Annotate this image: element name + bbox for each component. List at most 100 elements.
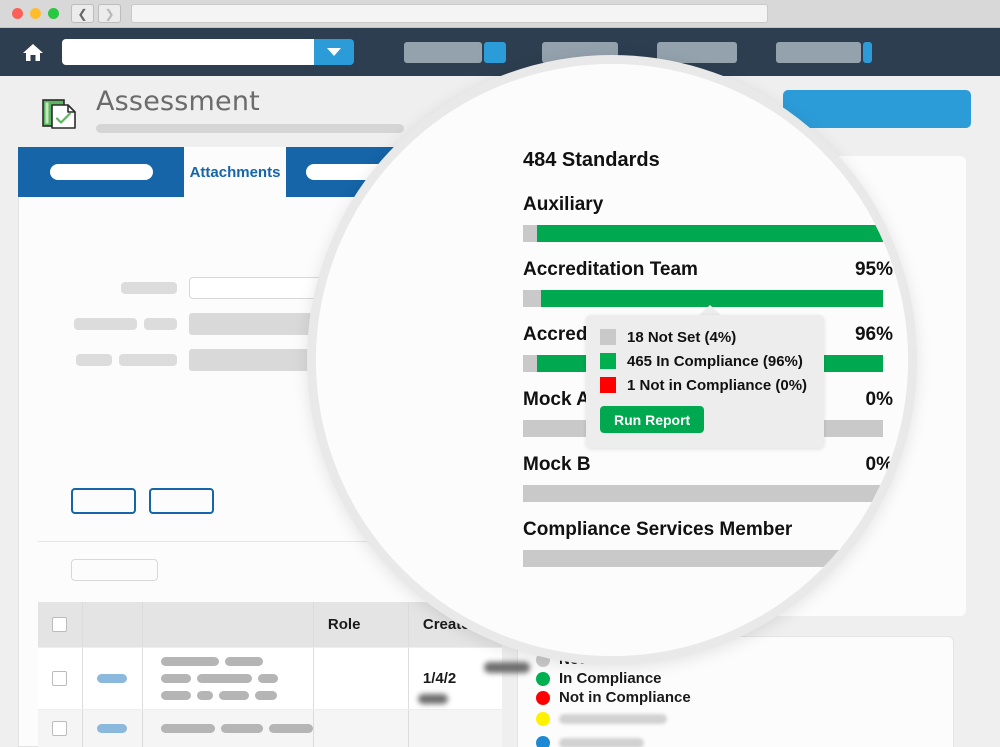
form-row (49, 349, 489, 371)
row-bar (780, 295, 843, 308)
tooltip-item-in-compliance: 465 In Compliance (96%) (600, 349, 824, 373)
tab-label-ph (305, 164, 410, 180)
table-header-cell-role[interactable]: Role (314, 602, 408, 647)
legend-label-ph (559, 713, 667, 724)
table-row[interactable] (38, 709, 502, 747)
page-subtitle-placeholder (96, 124, 404, 133)
secondary-action-button[interactable] (783, 90, 971, 128)
table-header-row: Role Create (38, 602, 502, 647)
tab-label-ph (49, 164, 153, 180)
row-cell-created (407, 710, 502, 747)
table-header-cell[interactable] (83, 602, 143, 647)
column-header-created: Create (422, 616, 470, 633)
minimize-window-icon[interactable] (30, 8, 41, 19)
legend-card: Not Set In Compliance Not in Compliance (517, 636, 954, 747)
row-text-ph (196, 691, 213, 700)
search-input[interactable] (62, 39, 314, 65)
row-checkbox[interactable] (52, 721, 68, 736)
nav-item-label-ph (776, 41, 861, 63)
form-input[interactable] (189, 277, 324, 299)
maximize-window-icon[interactable] (48, 8, 59, 19)
row-text-ph (254, 691, 277, 700)
form-row (49, 277, 489, 299)
page-title-block: Assessment (96, 86, 404, 133)
tooltip-color-swatch (600, 329, 616, 345)
row-label-ph (780, 186, 810, 197)
page-title: Assessment (96, 86, 260, 117)
form-label-ph (76, 354, 112, 366)
nav-item-accent (484, 41, 506, 63)
row-label-ph (780, 232, 810, 243)
table-header-cell-created[interactable]: Create (407, 602, 502, 647)
address-bar[interactable] (131, 4, 768, 23)
select-all-checkbox[interactable] (52, 617, 68, 632)
legend-item-not-set[interactable]: Not Set (536, 650, 953, 669)
form-label-ph (74, 318, 137, 330)
attachments-table: Role Create 1/4/2 (38, 602, 502, 747)
nav-item-label-ph (404, 41, 482, 63)
tooltip-color-swatch (600, 377, 616, 393)
row-checkbox[interactable] (52, 671, 68, 686)
tooltip-label: 465 In Compliance (96%) (627, 352, 803, 370)
global-search[interactable] (62, 39, 354, 65)
tab-attachments-label: Attachments (189, 163, 281, 181)
form-row (49, 313, 489, 335)
tooltip-label: 1 Not in Compliance (0%) (627, 376, 808, 394)
nav-item-3[interactable] (657, 41, 737, 63)
row-select-cell[interactable] (38, 648, 83, 709)
legend-item-5[interactable] (536, 733, 953, 747)
browser-chrome: ❮ ❯ (0, 0, 1000, 28)
primary-action-button[interactable] (545, 88, 733, 126)
decorative-streak (484, 662, 530, 673)
standards-row-bg (780, 278, 970, 308)
document-check-icon (40, 94, 80, 134)
table-header-cell[interactable] (143, 602, 314, 647)
legend-item-not-in-compliance[interactable]: Not in Compliance (536, 688, 953, 707)
search-scope-dropdown[interactable] (314, 39, 354, 65)
form-actions (71, 488, 214, 514)
row-created-date: 1/4/2 (422, 670, 457, 687)
row-select-cell[interactable] (38, 710, 83, 747)
details-form (49, 277, 489, 385)
form-save-button[interactable] (71, 488, 136, 514)
tab-attachments[interactable]: Attachments (184, 147, 286, 197)
nav-item-2[interactable] (542, 41, 618, 63)
legend-item-in-compliance[interactable]: In Compliance (536, 669, 953, 688)
tooltip-color-swatch (600, 353, 616, 369)
tooltip-item-not-set: 18 Not Set (4%) (600, 325, 824, 349)
row-link-ph[interactable] (97, 674, 128, 683)
section-divider (38, 541, 501, 542)
nav-item-1[interactable] (404, 41, 506, 63)
screen: ❮ ❯ Assessment Role Create 1/4/2 Attachm… (0, 0, 1000, 747)
table-search-input[interactable] (71, 559, 158, 581)
legend-label: Not in Compliance (559, 689, 691, 706)
tab-other[interactable] (286, 147, 429, 197)
page-body: Assessment Role Create 1/4/2 Attachments… (0, 76, 1000, 747)
row-text-ph (257, 674, 278, 683)
home-icon[interactable] (22, 41, 44, 63)
select-all-cell[interactable] (38, 602, 83, 647)
legend-item-4[interactable] (536, 709, 953, 728)
row-link-ph[interactable] (97, 724, 128, 733)
legend-color-swatch (536, 735, 550, 747)
legend-label: Not Set (559, 651, 612, 668)
form-label-ph (121, 282, 177, 294)
forward-icon[interactable]: ❯ (98, 4, 121, 23)
column-header-role: Role (327, 616, 361, 633)
row-cell-role (314, 648, 408, 709)
window-controls[interactable] (12, 8, 59, 19)
form-cancel-button[interactable] (149, 488, 214, 514)
close-window-icon[interactable] (12, 8, 23, 19)
nav-item-4[interactable] (776, 41, 872, 63)
row-bar (780, 249, 843, 262)
row-text-ph (160, 724, 215, 733)
run-report-button[interactable]: Run Report (600, 406, 705, 433)
decorative-streak (418, 694, 448, 704)
tab-overview[interactable] (18, 147, 184, 197)
back-icon[interactable]: ❮ (71, 4, 94, 23)
browser-nav-buttons[interactable]: ❮ ❯ (71, 4, 121, 23)
tooltip-label: 18 Not Set (4%) (627, 328, 737, 346)
form-readonly-value (189, 349, 324, 371)
row-cell (83, 710, 143, 747)
tab-bar: Attachments (18, 147, 429, 197)
